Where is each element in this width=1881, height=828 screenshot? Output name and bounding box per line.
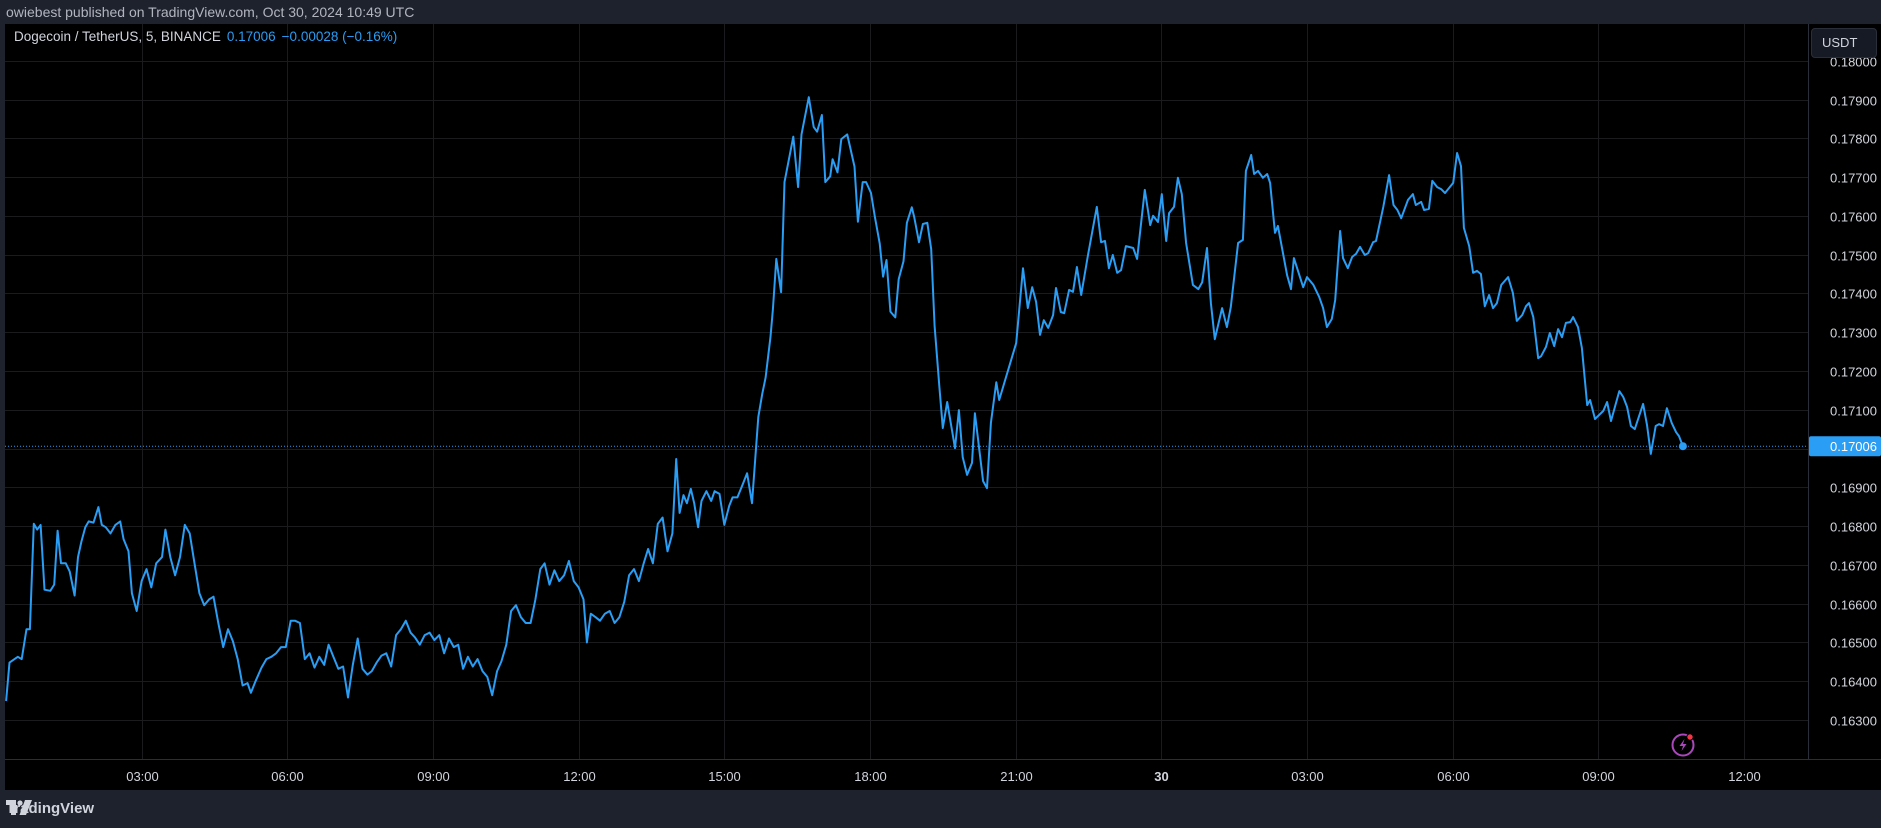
footer-bar: TradingView [0,790,1881,828]
tradingview-logo-icon [6,800,32,815]
price-axis: 0.180000.179000.178000.177000.176000.175… [1830,55,1877,729]
time-tick-label: 06:00 [271,769,304,784]
price-tick-label: 0.17700 [1830,171,1877,186]
grid-lines [5,24,1808,759]
time-tick-label: 18:00 [854,769,887,784]
price-tick-label: 0.16600 [1830,598,1877,613]
currency-button[interactable]: USDT [1811,28,1877,58]
price-tick-label: 0.17400 [1830,287,1877,302]
last-price-value: 0.17006 [226,29,276,44]
time-tick-label: 09:00 [417,769,450,784]
price-tick-label: 0.16900 [1830,481,1877,496]
price-tick-label: 0.17800 [1830,132,1877,147]
price-tick-label: 0.17300 [1830,326,1877,341]
svg-text:0.17006: 0.17006 [1830,439,1877,454]
time-axis: 03:00 06:00 09:00 12:00 15:00 18:00 21:00 30 03:… [126,769,1761,784]
last-price-label: 0.17006 [1809,436,1881,457]
time-tick-label: 12:00 [1728,769,1761,784]
time-tick-label: 09:00 [1582,769,1615,784]
price-tick-label: 0.17900 [1830,94,1877,109]
price-tick-label: 0.16400 [1830,675,1877,690]
price-chart[interactable]: 0.180000.179000.178000.177000.176000.175… [0,0,1881,790]
time-tick-label: 21:00 [1000,769,1033,784]
time-tick-label: 15:00 [708,769,741,784]
time-tick-label: 30 [1154,769,1168,784]
price-tick-label: 0.17600 [1830,210,1877,225]
price-tick-label: 0.16800 [1830,520,1877,535]
time-tick-label: 03:00 [126,769,159,784]
last-price-dot [1678,442,1687,451]
price-tick-label: 0.17200 [1830,365,1877,380]
price-tick-label: 0.16300 [1830,714,1877,729]
lightning-alert-icon[interactable] [1670,731,1696,757]
tradingview-logo[interactable]: TradingView [6,800,94,817]
price-tick-label: 0.16700 [1830,559,1877,574]
symbol-legend[interactable]: Dogecoin / TetherUS, 5, BINANCE 0.17006 −0… [14,29,397,44]
time-tick-label: 06:00 [1437,769,1470,784]
time-tick-label: 12:00 [563,769,596,784]
price-tick-label: 0.17100 [1830,404,1877,419]
price-tick-label: 0.16500 [1830,636,1877,651]
symbol-title: Dogecoin / TetherUS, 5, BINANCE [14,29,221,44]
price-tick-label: 0.17500 [1830,249,1877,264]
price-change-value: −0.00028 (−0.16%) [281,29,398,44]
time-tick-label: 03:00 [1291,769,1324,784]
price-line-series [5,96,1684,702]
